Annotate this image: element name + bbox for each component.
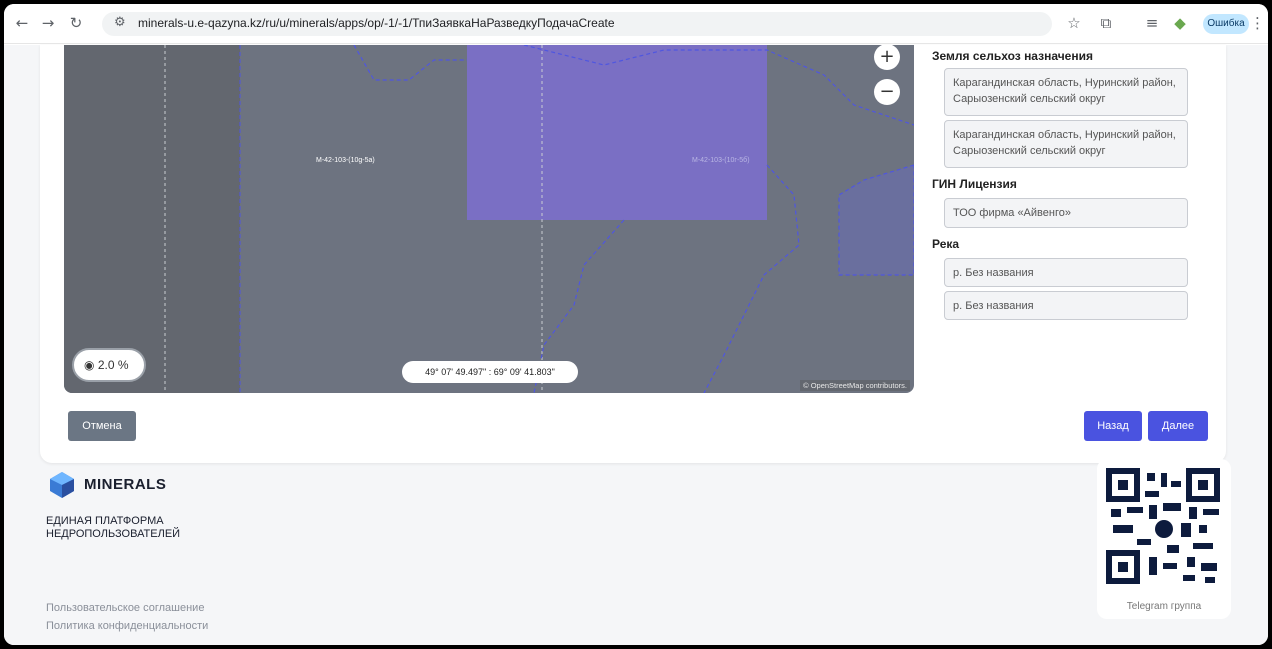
address-bar[interactable]: ⚙ minerals-u.e-qazyna.kz/ru/u/minerals/a…	[102, 12, 1052, 36]
agri-land-field: Карагандинская область, Нуринский район,…	[944, 68, 1188, 116]
browser-window: ← → ↻ ⚙ minerals-u.e-qazyna.kz/ru/u/mine…	[4, 4, 1268, 645]
reload-icon[interactable]: ↻	[66, 13, 86, 33]
back-arrow-icon[interactable]: ←	[12, 13, 32, 33]
platform-title: ЕДИНАЯ ПЛАТФОРМА НЕДРОПОЛЬЗОВАТЕЛЕЙ	[46, 515, 246, 541]
map-sheet-label: M-42-103-(10г-5б)	[692, 157, 750, 164]
extension-icon[interactable]: ⧉	[1096, 13, 1116, 33]
map-boundaries	[164, 45, 914, 393]
gin-license-title: ГИН Лицензия	[932, 177, 1017, 191]
gin-license-field: ТОО фирма «Айвенго»	[944, 198, 1188, 228]
brand-name: MINERALS	[84, 476, 167, 493]
zoom-out-icon[interactable]: −	[874, 79, 900, 105]
qr-card[interactable]: Telegram группа	[1097, 459, 1231, 619]
map-sheet-label: M-42-103-(10g-5a)	[316, 157, 375, 164]
platform-line-1: ЕДИНАЯ ПЛАТФОРМА	[46, 515, 164, 527]
url-text: minerals-u.e-qazyna.kz/ru/u/minerals/app…	[138, 16, 615, 30]
media-control-icon[interactable]: ≡	[1142, 13, 1162, 33]
cursor-coordinates: 49° 07' 49.497" : 69° 09' 41.803"	[402, 361, 578, 383]
qr-code-icon	[1106, 468, 1220, 584]
map-attribution[interactable]: © OpenStreetMap contributors.	[800, 380, 910, 391]
error-badge[interactable]: Ошибка	[1203, 14, 1249, 34]
scale-value: 2.0 %	[97, 358, 129, 372]
profile-icon[interactable]: ◆	[1170, 13, 1190, 33]
river-title: Река	[932, 237, 960, 251]
kebab-menu-icon[interactable]: ⋮	[1250, 13, 1265, 33]
map-view[interactable]: M-42-103-(10g-5a) M-42-103-(10г-5б) + − …	[64, 45, 914, 393]
qr-caption: Telegram группа	[1126, 601, 1202, 612]
privacy-policy-link[interactable]: Политика конфиденциальности	[46, 620, 208, 632]
zoom-in-icon[interactable]: +	[874, 45, 900, 70]
forward-arrow-icon[interactable]: →	[38, 13, 58, 33]
scale-control[interactable]: ◉ 2.0 %	[72, 348, 146, 382]
cancel-button[interactable]: Отмена	[68, 411, 136, 441]
site-settings-icon[interactable]: ⚙	[114, 15, 126, 30]
platform-line-2: НЕДРОПОЛЬЗОВАТЕЛЕЙ	[46, 528, 181, 540]
agri-land-title: Земля сельхоз назначения	[932, 49, 1093, 63]
river-field: р. Без названия	[944, 258, 1188, 287]
back-button[interactable]: Назад	[1084, 411, 1142, 441]
browser-toolbar: ← → ↻ ⚙ minerals-u.e-qazyna.kz/ru/u/mine…	[4, 4, 1268, 44]
user-agreement-link[interactable]: Пользовательское соглашение	[46, 602, 204, 614]
scale-target-icon: ◉	[84, 358, 95, 372]
river-field: р. Без названия	[944, 291, 1188, 320]
bookmark-star-icon[interactable]: ☆	[1064, 13, 1084, 33]
minerals-logo-icon	[50, 472, 74, 498]
agri-land-field: Карагандинская область, Нуринский район,…	[944, 120, 1188, 168]
next-button[interactable]: Далее	[1148, 411, 1208, 441]
